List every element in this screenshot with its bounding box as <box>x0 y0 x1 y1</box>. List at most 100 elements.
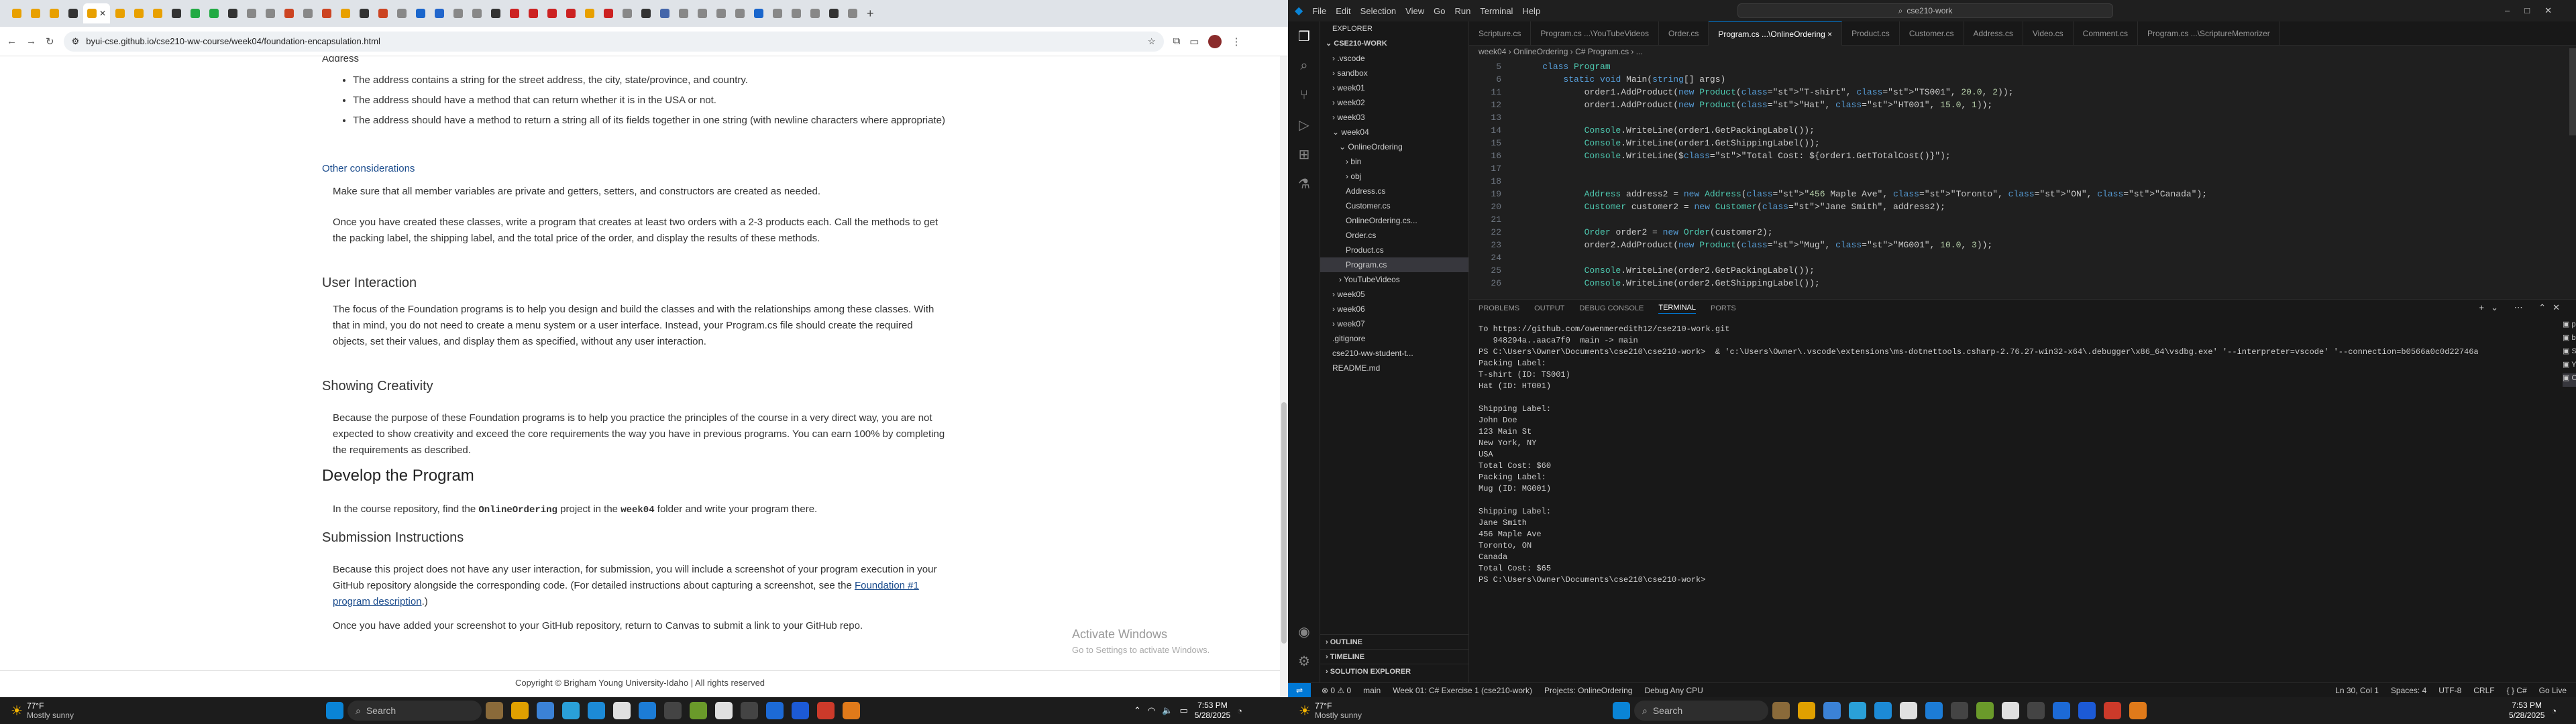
terminal-instance[interactable]: ▣ powe... <box>2563 320 2576 333</box>
browser-tab[interactable] <box>168 3 185 23</box>
edge-icon[interactable] <box>537 702 554 719</box>
file-explorer-icon-b[interactable] <box>1798 702 1815 719</box>
editor-tab[interactable]: Program.cs ...\ScriptureMemorizer <box>2138 21 2280 46</box>
editor-tab[interactable]: Product.cs <box>1842 21 1900 46</box>
outline-section[interactable]: › OUTLINE <box>1320 634 1469 649</box>
start-icon[interactable] <box>326 702 343 719</box>
browser-tab[interactable] <box>600 3 617 23</box>
browser-tab[interactable] <box>186 3 204 23</box>
terminal-taskbar-icon[interactable] <box>664 702 682 719</box>
browser-tab[interactable] <box>750 3 767 23</box>
app-icon[interactable] <box>715 702 733 719</box>
menu-file[interactable]: File <box>1312 6 1326 16</box>
reload-icon[interactable]: ↻ <box>46 36 54 48</box>
browser-tab[interactable] <box>431 3 448 23</box>
menu-terminal[interactable]: Terminal <box>1480 6 1513 16</box>
tree-item[interactable]: › week03 <box>1320 110 1468 125</box>
browser-tab[interactable] <box>712 3 730 23</box>
weather-widget[interactable]: ☀ 77°F Mostly sunny <box>11 697 74 724</box>
status-item[interactable]: { } C# <box>2507 686 2527 695</box>
status-item[interactable]: CRLF <box>2473 686 2494 695</box>
tree-item[interactable]: cse210-ww-student-t... <box>1320 346 1468 361</box>
taskbar-search-2[interactable]: ⌕ Search <box>1634 701 1768 721</box>
browser-tab[interactable] <box>562 3 580 23</box>
terminal-output[interactable]: To https://github.com/owenmeredith12/cse… <box>1469 324 2478 679</box>
app-icon-2-b[interactable] <box>2027 702 2045 719</box>
menu-selection[interactable]: Selection <box>1360 6 1396 16</box>
browser-tab[interactable] <box>393 3 411 23</box>
app-icon-b[interactable] <box>2002 702 2019 719</box>
menu-help[interactable]: Help <box>1522 6 1540 16</box>
tree-item[interactable]: › week07 <box>1320 316 1468 331</box>
minecraft-icon[interactable] <box>690 702 707 719</box>
tree-item[interactable]: › obj <box>1320 169 1468 184</box>
forward-icon[interactable]: → <box>26 36 36 47</box>
vscode-taskbar-icon[interactable] <box>639 702 656 719</box>
browser-tab[interactable] <box>731 3 749 23</box>
browser-tab[interactable] <box>675 3 692 23</box>
status-item[interactable]: Go Live <box>2539 686 2567 695</box>
status-item[interactable]: Ln 30, Col 1 <box>2335 686 2379 695</box>
vscode-taskbar-icon-b[interactable] <box>1925 702 1943 719</box>
browser-tab[interactable] <box>788 3 805 23</box>
wifi-icon[interactable]: ◠ <box>1148 705 1155 716</box>
browser-tab[interactable] <box>8 3 25 23</box>
browser-tab[interactable] <box>318 3 335 23</box>
minecraft-icon-b[interactable] <box>1976 702 1994 719</box>
notification-icon[interactable]: ◔ <box>1237 706 1242 716</box>
tree-item[interactable]: Product.cs <box>1320 243 1468 257</box>
browser-tab[interactable] <box>449 3 467 23</box>
browser-tab[interactable] <box>111 3 129 23</box>
browser-tab[interactable] <box>487 3 504 23</box>
tree-item[interactable]: › week01 <box>1320 80 1468 95</box>
browser-tab[interactable] <box>543 3 561 23</box>
browser-tab[interactable] <box>280 3 298 23</box>
status-item[interactable]: Projects: OnlineOrdering <box>1544 686 1632 695</box>
browser-tab[interactable] <box>262 3 279 23</box>
browser-tab[interactable] <box>224 3 241 23</box>
tree-item[interactable]: › .vscode <box>1320 51 1468 66</box>
browser-tab[interactable] <box>637 3 655 23</box>
command-center[interactable]: ⌕ cse210-work <box>1737 3 2113 18</box>
status-item[interactable]: main <box>1363 686 1381 695</box>
browser-tab[interactable] <box>337 3 354 23</box>
editor-tab[interactable]: Program.cs ...\YouTubeVideos <box>1531 21 1660 46</box>
tree-item[interactable]: › week02 <box>1320 95 1468 110</box>
browser-tab[interactable] <box>27 3 44 23</box>
terminal-taskbar-icon-b[interactable] <box>1951 702 1968 719</box>
profile-avatar[interactable] <box>1208 34 1222 48</box>
tree-item[interactable]: .gitignore <box>1320 331 1468 346</box>
search-view-icon[interactable]: ⌕ <box>1288 51 1320 80</box>
browser-tab[interactable] <box>356 3 373 23</box>
edge-icon-b[interactable] <box>1823 702 1841 719</box>
tree-item[interactable]: › sandbox <box>1320 66 1468 80</box>
menu-view[interactable]: View <box>1405 6 1424 16</box>
clock-2[interactable]: 7:53 PM 5/28/2025 <box>2509 701 2544 721</box>
editor-scrollbar[interactable] <box>2569 48 2576 135</box>
testing-icon[interactable]: ⚗ <box>1288 169 1320 198</box>
code-view[interactable]: 5 class Program 6 static void Main(string… <box>1469 60 2542 295</box>
file-explorer-icon[interactable] <box>511 702 529 719</box>
status-item[interactable]: Debug Any CPU <box>1644 686 1703 695</box>
taskbar-search[interactable]: ⌕ Search <box>347 701 482 721</box>
editor-tab[interactable]: Customer.cs <box>1900 21 1964 46</box>
notification-icon-2[interactable]: ◔ <box>2551 706 2557 716</box>
explorer-icon[interactable]: ❐ <box>1288 21 1320 51</box>
menu-icon[interactable]: ⋮ <box>1231 36 1241 48</box>
tree-item[interactable]: › week06 <box>1320 302 1468 316</box>
tree-item[interactable]: ⌄ week04 <box>1320 125 1468 139</box>
page-scrollbar-thumb[interactable] <box>1281 402 1287 644</box>
editor-tab[interactable]: Scripture.cs <box>1469 21 1532 46</box>
browser-tab[interactable] <box>468 3 486 23</box>
browser-tab[interactable] <box>64 3 82 23</box>
browser-tab[interactable]: ✕ <box>83 3 110 23</box>
panel-tab-terminal[interactable]: TERMINAL <box>1658 304 1696 314</box>
tray-chevron-icon[interactable]: ⌃ <box>1134 705 1141 716</box>
clock[interactable]: 7:53 PM 5/28/2025 <box>1195 701 1230 721</box>
status-item[interactable]: Spaces: 4 <box>2391 686 2426 695</box>
browser-tab[interactable] <box>656 3 674 23</box>
back-icon[interactable]: ← <box>7 36 17 47</box>
terminal-instance[interactable]: ▣ Script... <box>2563 347 2576 360</box>
panel-tab-debug-console[interactable]: DEBUG CONSOLE <box>1579 304 1644 312</box>
tree-item[interactable]: Customer.cs <box>1320 198 1468 213</box>
